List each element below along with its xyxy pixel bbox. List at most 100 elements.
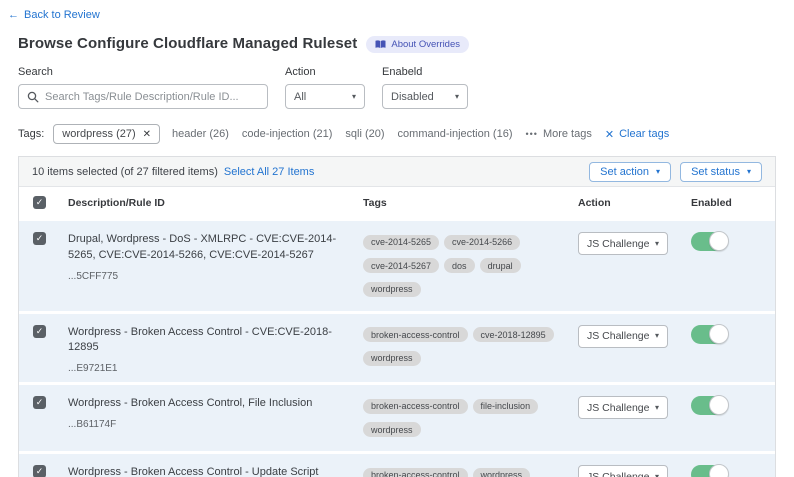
row-desc-cell: Wordpress - Broken Access Control, File … — [68, 396, 363, 443]
tag-pill: broken-access-control — [363, 468, 468, 477]
action-filter-value: All — [294, 91, 306, 103]
clear-tags-icon: ✕ — [605, 128, 614, 141]
row-action-cell: JS Challenge ▾ — [578, 232, 691, 303]
filter-tag[interactable]: code-injection (21) — [242, 128, 333, 140]
tag-pill: wordpress — [363, 351, 421, 366]
chevron-down-icon: ▾ — [655, 473, 659, 477]
chevron-down-icon: ▾ — [455, 93, 459, 101]
set-status-label: Set status — [691, 166, 740, 178]
filter-tags-list: header (26) code-injection (21) sqli (20) c… — [172, 128, 512, 140]
tag-pill: cve-2018-12895 — [473, 327, 554, 342]
enabled-toggle[interactable] — [691, 325, 728, 344]
selection-bar: 10 items selected (of 27 filtered items)… — [19, 157, 775, 187]
column-header-tags: Tags — [363, 197, 578, 209]
tag-pill: cve-2014-5267 — [363, 258, 439, 273]
row-enabled-cell — [691, 396, 775, 443]
row-checkbox[interactable]: ✓ — [33, 232, 46, 245]
row-description: Wordpress - Broken Access Control - CVE:… — [68, 325, 345, 357]
filter-tag[interactable]: sqli (20) — [345, 128, 384, 140]
enabled-filter-label: Enabeld — [382, 66, 468, 78]
back-link-label: Back to Review — [24, 9, 100, 21]
toggle-knob — [709, 395, 729, 415]
row-checkbox[interactable]: ✓ — [33, 465, 46, 477]
chevron-down-icon: ▾ — [655, 332, 659, 340]
toggle-knob — [709, 464, 729, 477]
row-checkbox[interactable]: ✓ — [33, 396, 46, 409]
action-filter-dropdown[interactable]: All ▾ — [285, 84, 365, 109]
bar-buttons: Set action ▾ Set status ▾ — [589, 162, 762, 182]
tag-pill: wordpress — [473, 468, 531, 477]
row-action-cell: JS Challenge ▾ — [578, 396, 691, 443]
tag-pill: broken-access-control — [363, 327, 468, 342]
set-status-button[interactable]: Set status ▾ — [680, 162, 762, 182]
row-tags: cve-2014-5265cve-2014-5266cve-2014-5267d… — [363, 232, 578, 303]
checkmark-icon: ✓ — [36, 466, 44, 477]
enabled-toggle[interactable] — [691, 465, 728, 477]
filter-action-group: Action All ▾ — [285, 66, 365, 109]
enabled-toggle[interactable] — [691, 232, 728, 251]
tags-bar-label: Tags: — [18, 128, 44, 140]
about-overrides-badge[interactable]: About Overrides — [366, 36, 469, 53]
checkmark-icon: ✓ — [36, 397, 44, 408]
tag-pill: wordpress — [363, 282, 421, 297]
back-link[interactable]: ← Back to Review — [8, 9, 100, 21]
clear-tags-button[interactable]: ✕ Clear tags — [605, 128, 669, 141]
page-title: Browse Configure Cloudflare Managed Rule… — [18, 35, 357, 52]
action-filter-label: Action — [285, 66, 365, 78]
set-action-button[interactable]: Set action ▾ — [589, 162, 671, 182]
enabled-filter-dropdown[interactable]: Disabled ▾ — [382, 84, 468, 109]
filter-tag[interactable]: header (26) — [172, 128, 229, 140]
row-enabled-cell — [691, 325, 775, 375]
table-row: ✓ Wordpress - Broken Access Control - CV… — [19, 311, 775, 383]
row-action-dropdown[interactable]: JS Challenge ▾ — [578, 232, 668, 255]
tag-pill: wordpress — [363, 422, 421, 437]
more-tags-button[interactable]: ••• More tags — [525, 128, 591, 140]
row-action-dropdown[interactable]: JS Challenge ▾ — [578, 396, 668, 419]
about-overrides-label: About Overrides — [391, 39, 460, 50]
chevron-down-icon: ▾ — [747, 168, 751, 176]
table-row: ✓ Drupal, Wordpress - DoS - XMLRPC - CVE… — [19, 218, 775, 311]
row-checkbox[interactable]: ✓ — [33, 325, 46, 338]
chevron-down-icon: ▾ — [656, 168, 660, 176]
book-icon — [375, 40, 386, 49]
row-tags: broken-access-control wordpress — [363, 465, 578, 477]
filter-search-group: Search — [18, 66, 268, 109]
search-input[interactable] — [45, 91, 259, 103]
column-header-description: Description/Rule ID — [68, 197, 363, 209]
tag-pill: drupal — [480, 258, 521, 273]
select-all-checkbox[interactable]: ✓ — [33, 196, 46, 209]
selected-tag-wordpress[interactable]: wordpress (27) ✕ — [53, 124, 160, 144]
checkmark-icon: ✓ — [36, 197, 44, 208]
row-desc-cell: Wordpress - Broken Access Control - CVE:… — [68, 325, 363, 375]
row-check-cell: ✓ — [19, 325, 68, 375]
row-rule-id: ...B61174F — [68, 419, 345, 430]
enabled-toggle[interactable] — [691, 396, 728, 415]
row-tags: broken-access-controlfile-inclusionwordp… — [363, 396, 578, 443]
row-description: Wordpress - Broken Access Control - Upda… — [68, 465, 345, 477]
table-header-row: ✓ Description/Rule ID Tags Action Enable… — [19, 187, 775, 218]
selection-summary: 10 items selected (of 27 filtered items) — [32, 166, 218, 178]
rules-table: 10 items selected (of 27 filtered items)… — [18, 156, 776, 477]
tag-pill: cve-2014-5266 — [444, 235, 520, 250]
tag-pill: broken-access-control — [363, 399, 468, 414]
row-action-dropdown[interactable]: JS Challenge ▾ — [578, 465, 668, 477]
clear-tags-label: Clear tags — [619, 128, 669, 140]
selected-tag-label: wordpress (27) — [62, 128, 135, 140]
table-body: ✓ Drupal, Wordpress - DoS - XMLRPC - CVE… — [19, 218, 775, 477]
row-check-cell: ✓ — [19, 232, 68, 303]
filter-tag[interactable]: command-injection (16) — [398, 128, 513, 140]
header-check-cell: ✓ — [19, 196, 68, 209]
enabled-filter-value: Disabled — [391, 91, 434, 103]
page: ← Back to Review Browse Configure Cloudf… — [0, 0, 794, 477]
tag-pill: dos — [444, 258, 475, 273]
search-box — [18, 84, 268, 109]
row-description: Drupal, Wordpress - DoS - XMLRPC - CVE:C… — [68, 232, 345, 264]
remove-tag-icon[interactable]: ✕ — [143, 129, 151, 140]
row-action-dropdown[interactable]: JS Challenge ▾ — [578, 325, 668, 348]
table-row: ✓ Wordpress - Broken Access Control, Fil… — [19, 382, 775, 451]
filter-enabled-group: Enabeld Disabled ▾ — [382, 66, 468, 109]
row-action-cell: JS Challenge ▾ — [578, 325, 691, 375]
select-all-link[interactable]: Select All 27 Items — [224, 166, 315, 178]
search-icon — [27, 91, 39, 103]
filters: Search Action All ▾ Enabeld Disable — [18, 66, 776, 109]
